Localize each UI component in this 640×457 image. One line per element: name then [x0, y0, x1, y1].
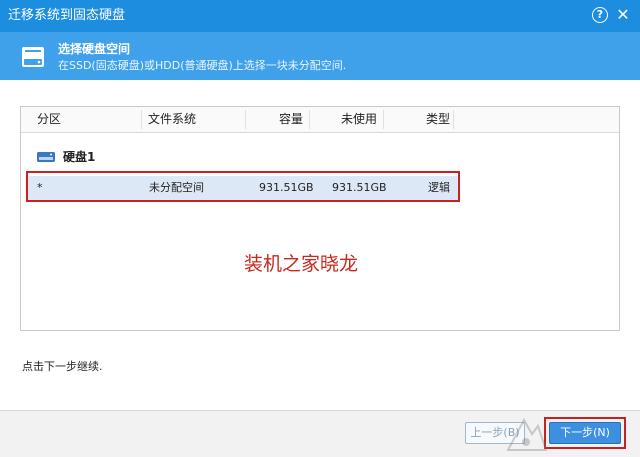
column-header-filesystem[interactable]: 文件系统: [148, 112, 196, 127]
disk-label: 硬盘1: [63, 150, 96, 164]
column-divider: [141, 110, 142, 129]
table-row[interactable]: * 未分配空间 931.51GB 931.51GB 逻辑: [27, 176, 459, 200]
column-divider: [453, 110, 454, 129]
next-button[interactable]: 下一步(N): [549, 422, 621, 444]
help-icon[interactable]: ?: [592, 7, 608, 23]
cell-unused: 931.51GB: [332, 181, 387, 194]
column-header-partition[interactable]: 分区: [37, 112, 61, 127]
step-header: 选择硬盘空间 在SSD(固态硬盘)或HDD(普通硬盘)上选择一块未分配空间.: [0, 32, 640, 80]
title-bar: 迁移系统到固态硬盘 ? ✕: [0, 0, 640, 32]
close-icon[interactable]: ✕: [615, 7, 631, 23]
column-header-unused[interactable]: 未使用: [341, 112, 377, 127]
logo-icon: [506, 417, 548, 451]
cell-filesystem: 未分配空间: [149, 181, 204, 194]
cell-capacity: 931.51GB: [259, 181, 314, 194]
column-divider: [383, 110, 384, 129]
table-header: 分区 文件系统 容量 未使用 类型: [21, 107, 619, 133]
hard-disk-icon: [37, 152, 55, 162]
step-subtitle: 在SSD(固态硬盘)或HDD(普通硬盘)上选择一块未分配空间.: [58, 59, 347, 72]
watermark-text: 装机之家晓龙: [244, 253, 359, 275]
cell-type: 逻辑: [428, 181, 450, 194]
column-divider: [245, 110, 246, 129]
step-title: 选择硬盘空间: [58, 42, 131, 56]
instruction-text: 点击下一步继续.: [22, 360, 103, 373]
column-header-type[interactable]: 类型: [426, 112, 450, 127]
cell-partition: *: [37, 181, 43, 194]
partition-table: 分区 文件系统 容量 未使用 类型 硬盘1 * 未分配空间 931.51GB 9…: [20, 106, 620, 331]
column-divider: [309, 110, 310, 129]
hard-disk-icon: [22, 47, 44, 67]
column-header-capacity[interactable]: 容量: [279, 112, 303, 127]
window-title: 迁移系统到固态硬盘: [8, 8, 126, 23]
